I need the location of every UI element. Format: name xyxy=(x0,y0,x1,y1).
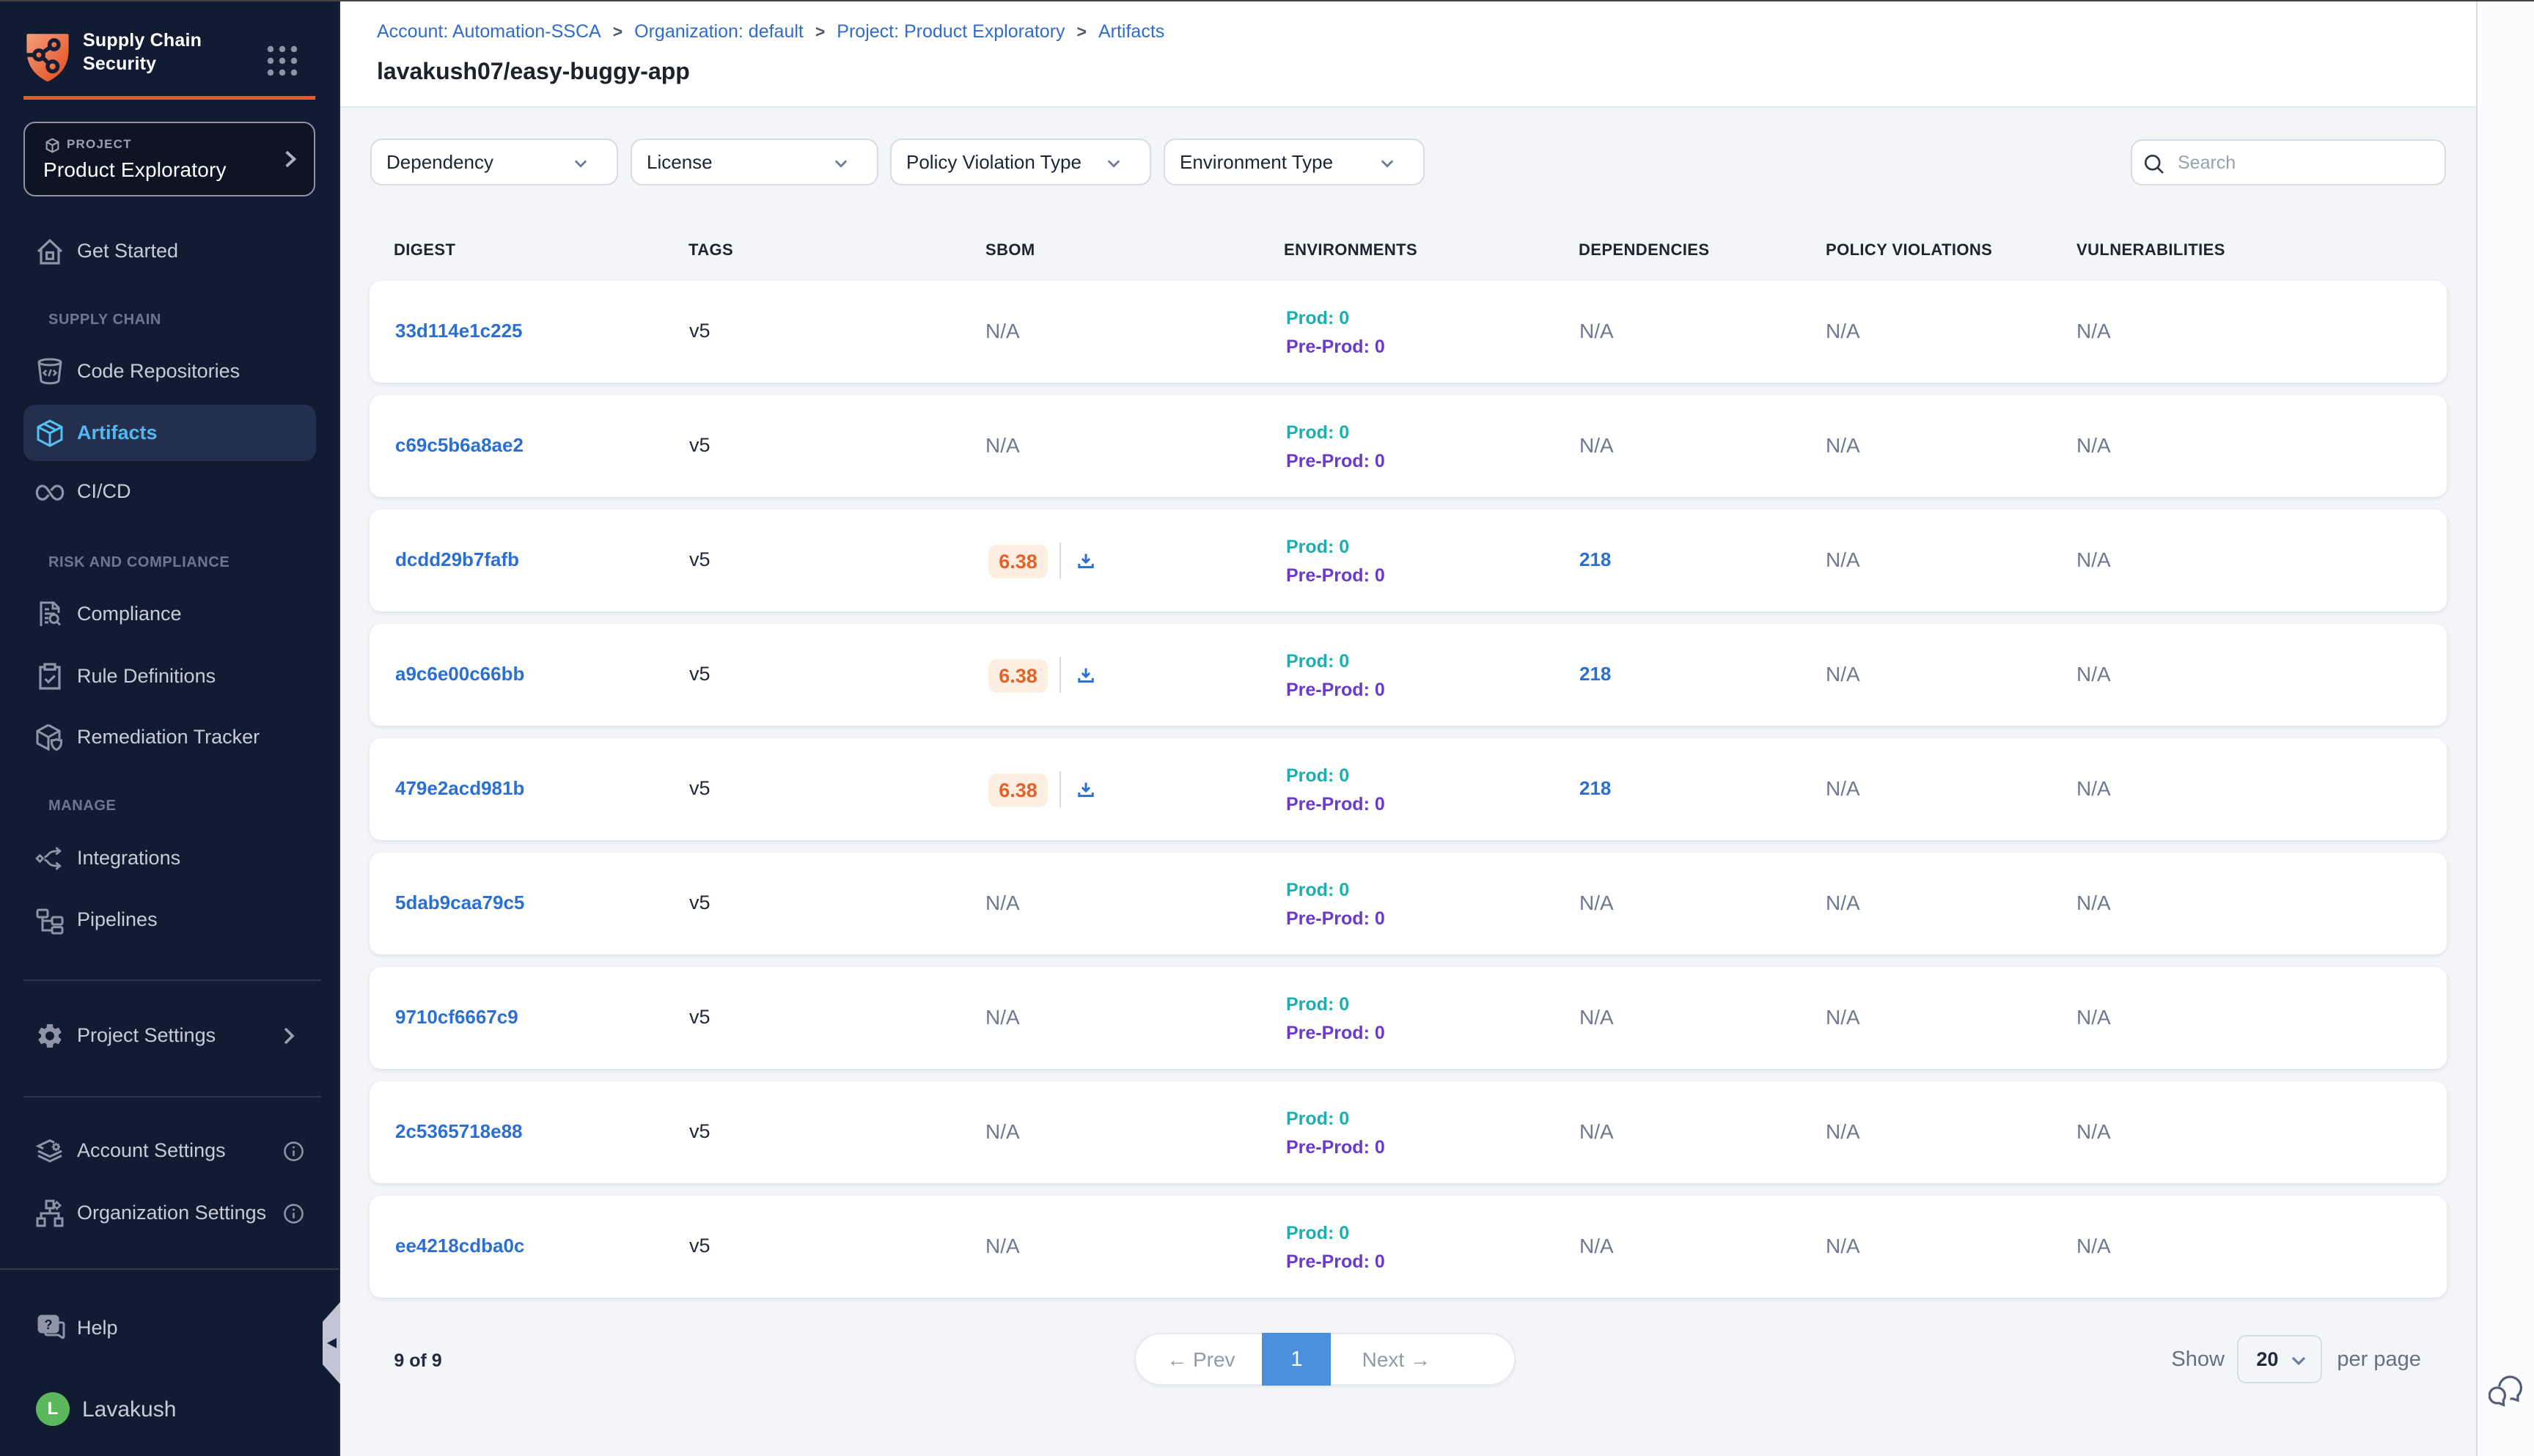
svg-text:?: ? xyxy=(45,1317,53,1332)
